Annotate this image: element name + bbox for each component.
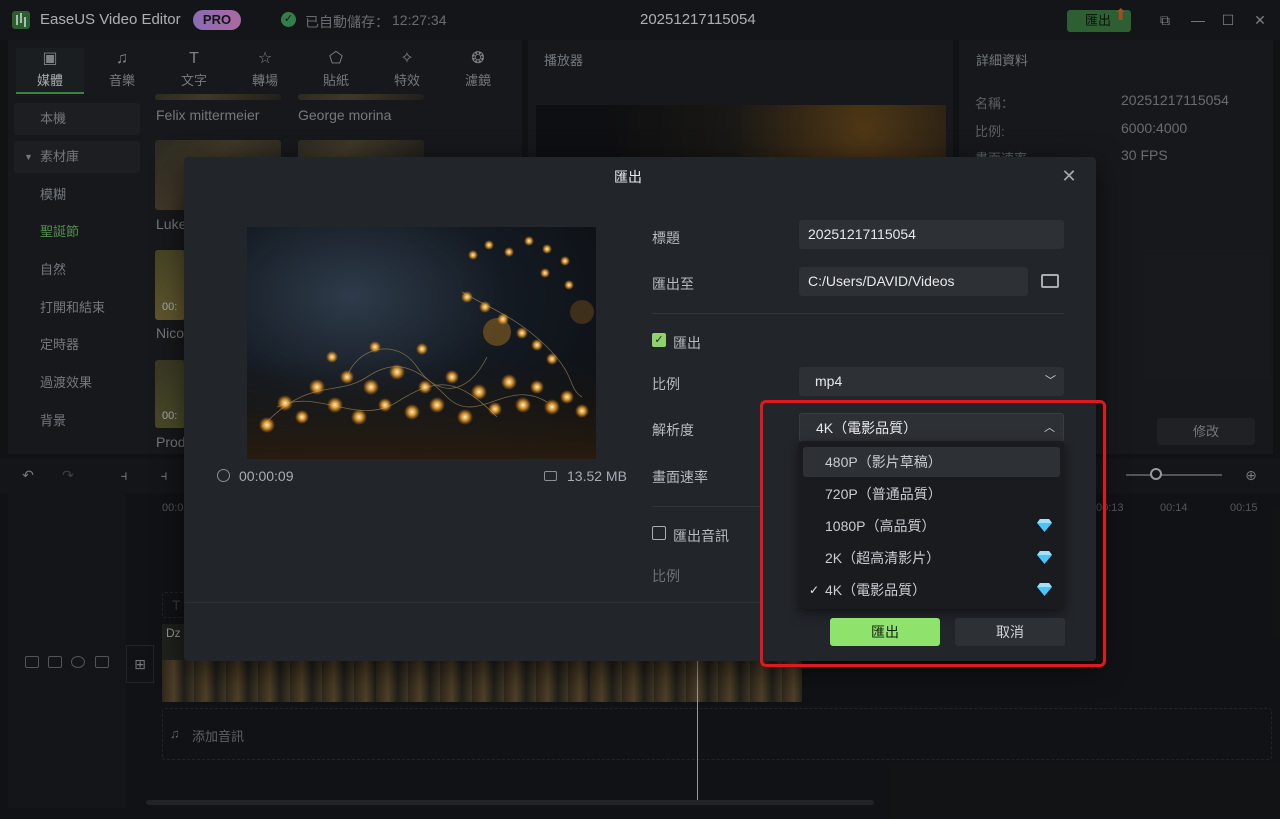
export-preview-image [247,227,596,459]
clock-icon [217,469,230,482]
framerate-label: 畫面速率 [652,469,708,485]
divider [652,313,1064,314]
format-label: 比例 [652,376,680,392]
fairy-lights-illustration [247,236,596,459]
export-video-label: 匯出 [673,335,701,351]
file-size-icon [544,471,557,481]
export-duration: 00:00:09 [239,468,294,484]
divider [652,506,760,507]
close-icon[interactable]: ✕ [1058,165,1080,187]
title-input[interactable]: 20251217115054 [799,220,1064,249]
export-audio-checkbox[interactable] [652,526,666,540]
export-audio-label: 匯出音訊 [673,528,729,544]
highlight-annotation-box [760,400,1106,667]
audio-ratio-label: 比例 [652,568,680,584]
chevron-down-icon: ﹀ [1045,375,1056,387]
export-file-size: 13.52 MB [567,468,627,484]
format-select[interactable]: mp4 ﹀ [799,367,1064,396]
resolution-label: 解析度 [652,422,694,438]
title-label: 標題 [652,230,680,246]
format-value: mp4 [815,373,843,389]
export-path-input[interactable]: C:/Users/DAVID/Videos [799,267,1028,296]
folder-open-icon[interactable] [1041,274,1059,288]
export-to-label: 匯出至 [652,276,694,292]
export-video-checkbox[interactable]: ✓ [652,333,666,347]
divider [185,602,760,603]
dialog-title: 匯出 [614,169,642,185]
